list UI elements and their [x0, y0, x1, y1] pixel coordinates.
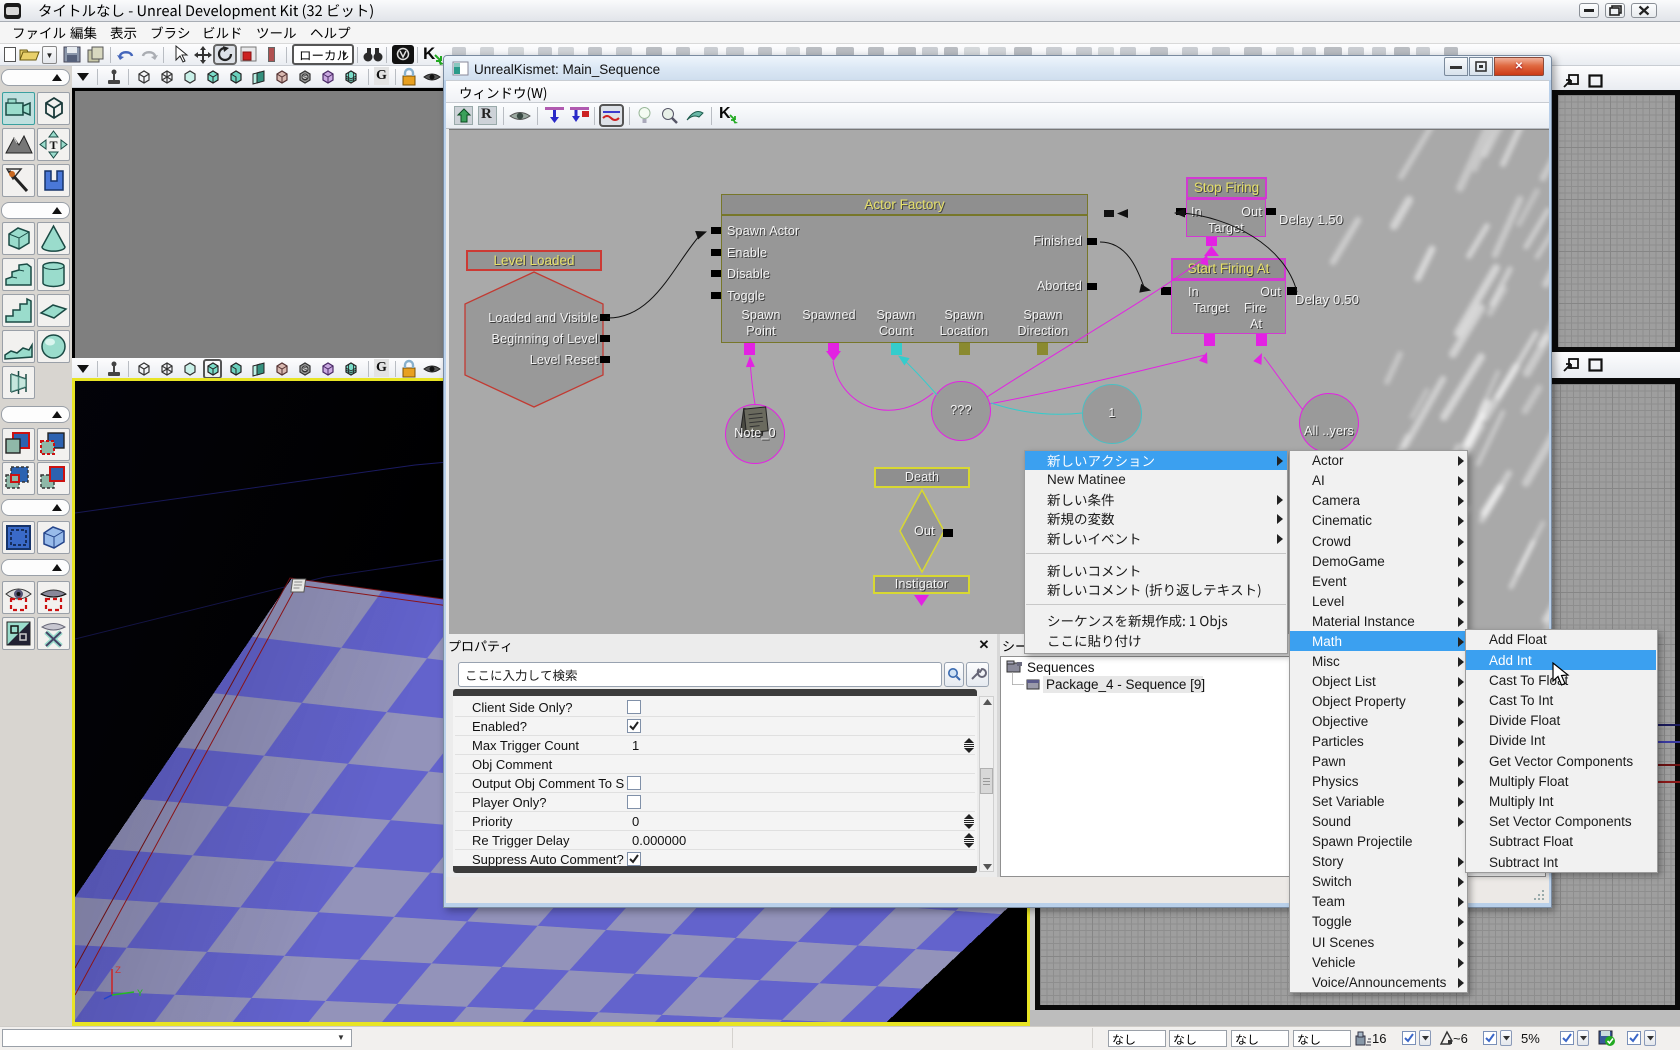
- svg-text:S: S: [303, 368, 307, 374]
- svg-text:Z: Z: [115, 966, 121, 977]
- svg-text:Y: Y: [137, 989, 143, 1000]
- svg-text:T: T: [49, 138, 57, 152]
- svg-text:S: S: [303, 76, 307, 82]
